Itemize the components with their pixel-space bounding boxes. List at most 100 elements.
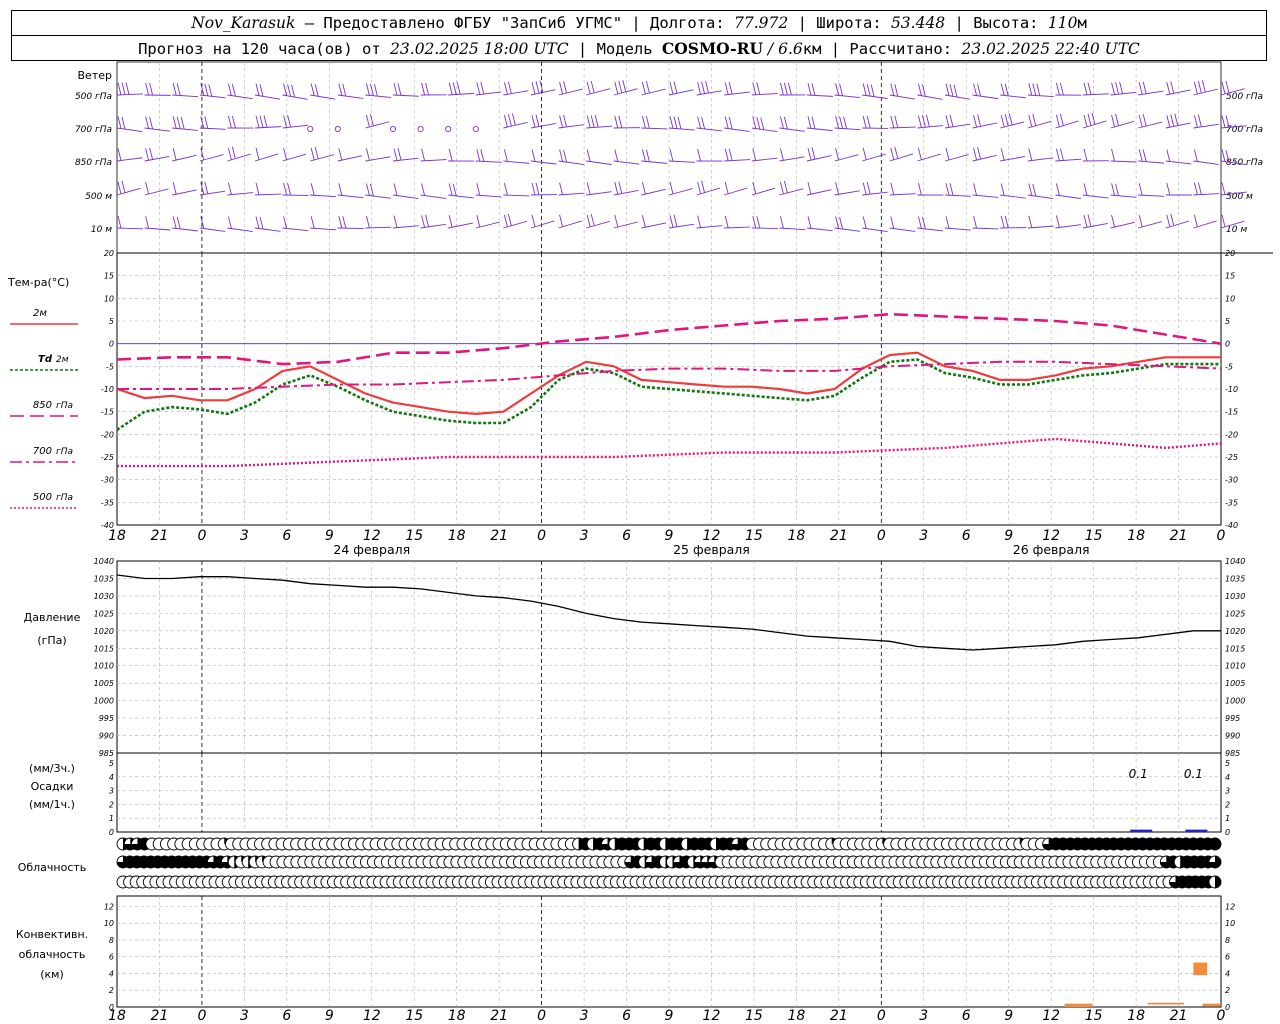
prec-ytick-right: 1 [1225, 814, 1230, 823]
temp-ytick-right: -15 [1225, 408, 1238, 417]
wind-barb-feather [121, 180, 126, 194]
prec-ytick-right: 4 [1225, 773, 1230, 782]
wind-barb-feather [314, 84, 319, 97]
wind-barb-feather [673, 81, 678, 94]
wind-barb-feather [1221, 149, 1226, 162]
wind-barb-feather [559, 115, 564, 128]
temp-ytick-left: 20 [104, 249, 114, 258]
wind-barb-feather [949, 84, 954, 97]
wind-barb-feather [1138, 82, 1143, 95]
wind-barb-feather [145, 116, 150, 129]
wind-barb-feather [476, 82, 481, 95]
wind-barb-feather [614, 115, 619, 129]
wind-barb-feather [843, 116, 848, 129]
wind-barb-feather [866, 182, 871, 195]
wind-barb-feather [1000, 114, 1005, 128]
prec-ytick-left: 1 [109, 814, 114, 823]
wind-barb-feather [862, 216, 867, 229]
wind-barb-feather [945, 147, 950, 161]
wind-barb-feather [752, 82, 757, 95]
conv-xtick: 9 [325, 1008, 334, 1024]
pres-ytick-left: 1030 [94, 592, 114, 601]
wind-barb-feather [425, 82, 430, 96]
wind-barb-feather [393, 148, 398, 161]
wind-barb-feather [973, 115, 978, 128]
temp-legend-name: Td [38, 354, 53, 365]
wind-barb-feather [1028, 183, 1033, 196]
temp-ytick-left: 5 [109, 317, 114, 326]
wind-barb-feather [1111, 183, 1116, 196]
temp-xtick: 3 [240, 528, 249, 544]
wind-barb-feather [531, 182, 536, 196]
wind-barb-feather [618, 80, 623, 94]
wind-barb-feather [255, 216, 260, 229]
wind-barb-feather [263, 115, 268, 128]
wind-barb-feather [310, 147, 315, 161]
wind-barb-feather [835, 83, 840, 96]
wind-level-label-left: 700 гПа [75, 125, 112, 135]
wind-barb-feather [287, 115, 292, 128]
wind-barb-feather [973, 83, 978, 96]
wind-barb-feather [287, 84, 292, 97]
temp-ytick-right: -25 [1225, 453, 1238, 462]
pres-ytick-left: 1005 [94, 679, 114, 688]
temp-ytick-right: 15 [1225, 272, 1235, 281]
wind-barb-feather [1197, 81, 1202, 94]
wind-barb-feather [590, 115, 595, 128]
temp-ytick-left: -15 [101, 408, 114, 417]
wind-barb-feather [1083, 82, 1088, 95]
wind-barb-feather [1221, 214, 1226, 228]
conv-xtick: 21 [830, 1008, 848, 1024]
temp-ytick-left: -35 [101, 498, 114, 507]
wind-barb-feather [204, 83, 209, 96]
wind-barb-feather [1055, 148, 1060, 161]
wind-barb-feather [342, 216, 347, 229]
wind-barb-feather [760, 117, 765, 130]
conv-xtick: 21 [1170, 1008, 1188, 1024]
wind-barb-feather [1059, 113, 1064, 126]
prec-data-label: 0.1 [1129, 767, 1148, 781]
temp-xtick: 21 [830, 528, 848, 544]
wind-barb-feather [1193, 81, 1198, 95]
wind-barb-feather [1028, 148, 1033, 161]
conv-xtick: 15 [1085, 1008, 1103, 1024]
wind-barb-feather [1166, 149, 1171, 162]
wind-barb-feather [586, 149, 591, 162]
prec-ytick-left: 4 [109, 773, 114, 782]
wind-barb-feather [145, 216, 150, 229]
temp-xtick: 18 [1127, 528, 1145, 544]
wind-barb-feather [283, 83, 288, 96]
temp-xtick: 21 [490, 528, 508, 544]
wind-barb-feather [511, 113, 516, 126]
wind-barb-feather [559, 81, 564, 95]
pres-title: Давление [24, 611, 81, 624]
prec-unit-3h: (мм/3ч.) [29, 762, 75, 775]
wind-barb-feather [1201, 80, 1206, 93]
wind-level-label-right: 850 гПа [1226, 158, 1263, 168]
wind-barb-feather [697, 215, 702, 228]
conv-xtick: 18 [448, 1008, 466, 1024]
pres-ytick-left: 995 [99, 714, 114, 723]
wind-barb-feather [531, 214, 536, 228]
wind-barb-feather [1004, 83, 1009, 96]
meteogram: Ветер500 гПа 500 гПа700 гПа 700 гПа850 гПа… [7, 61, 1273, 1024]
pres-ytick-right: 1030 [1225, 592, 1245, 601]
wind-barb-feather [1083, 215, 1088, 228]
wind-barb-feather [287, 183, 292, 196]
temp-ytick-left: 0 [109, 340, 114, 349]
wind-barb-feather [1055, 82, 1060, 96]
conv-xtick: 21 [490, 1008, 508, 1024]
wind-barb-feather [393, 83, 398, 96]
date-label: 25 февраля [673, 542, 750, 557]
wind-barb-feather [728, 116, 733, 130]
wind-barb-feather [917, 216, 922, 229]
wind-barb-feather [949, 183, 954, 196]
wind-barb-feather [862, 182, 867, 195]
wind-barb-feather [697, 148, 702, 162]
wind-barb-feather [310, 216, 315, 229]
wind-barb-feather [890, 83, 895, 96]
wind-barb-feather [365, 83, 370, 96]
prec-ytick-right: 0 [1225, 828, 1230, 837]
wind-barb-feather [1111, 114, 1116, 128]
wind-barb-feather [397, 148, 402, 161]
